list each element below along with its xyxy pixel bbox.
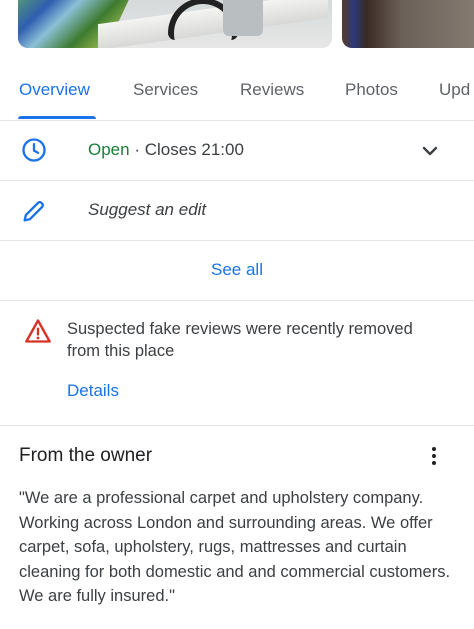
tab-overview[interactable]: Overview	[19, 80, 90, 100]
chevron-down-icon[interactable]	[418, 139, 442, 163]
suggest-edit-label: Suggest an edit	[88, 200, 207, 219]
hours-separator: ·	[129, 140, 145, 159]
details-link[interactable]: Details	[67, 381, 119, 401]
suggest-edit-row[interactable]: Suggest an edit	[0, 181, 474, 241]
tab-photos[interactable]: Photos	[345, 80, 398, 100]
clock-icon	[20, 136, 48, 164]
more-vert-icon[interactable]	[424, 444, 444, 468]
fake-reviews-notice: Suspected fake reviews were recently rem…	[0, 301, 474, 426]
see-all-row: See all	[0, 241, 474, 301]
pencil-icon	[20, 197, 48, 225]
tab-updates[interactable]: Upd	[439, 80, 470, 100]
closing-time: Closes 21:00	[144, 140, 244, 159]
section-title: From the owner	[19, 445, 153, 466]
business-photo[interactable]	[342, 0, 474, 48]
owner-description: "We are a professional carpet and uphols…	[19, 489, 451, 605]
tab-services[interactable]: Services	[133, 80, 198, 100]
tab-bar: Overview Services Reviews Photos Upd	[0, 66, 474, 121]
photo-strip	[0, 0, 474, 52]
active-tab-indicator	[18, 116, 96, 119]
warning-triangle-icon	[24, 317, 52, 345]
business-photo[interactable]	[18, 0, 332, 48]
tab-reviews[interactable]: Reviews	[240, 80, 304, 100]
open-status: Open	[88, 140, 130, 159]
owner-section: From the owner "We are a professional ca…	[0, 426, 474, 629]
hours-summary: Open · Closes 21:00	[88, 140, 244, 160]
hours-row[interactable]: Open · Closes 21:00	[0, 121, 474, 181]
see-all-link[interactable]: See all	[0, 260, 474, 280]
notice-text: Suspected fake reviews were recently rem…	[67, 320, 413, 360]
